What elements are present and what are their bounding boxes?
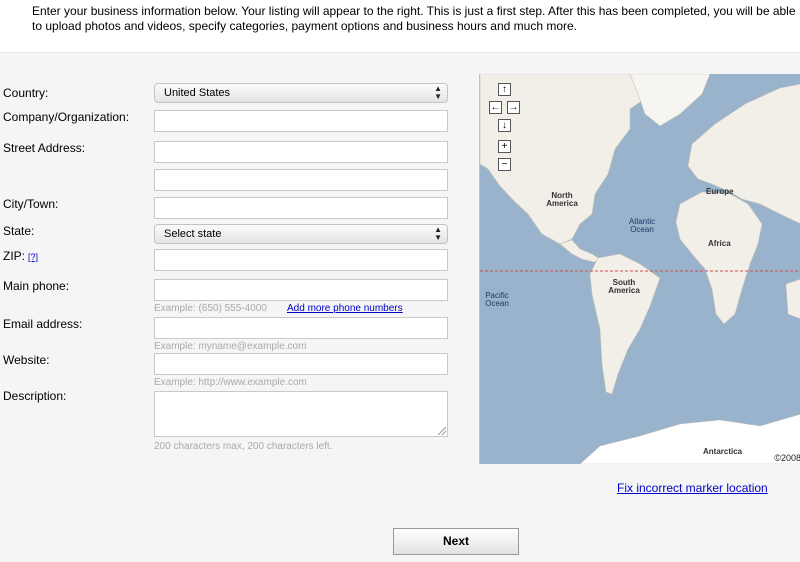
map-label-pacific-ocean: Pacific Ocean xyxy=(485,291,509,308)
resize-grip-icon[interactable] xyxy=(438,427,446,435)
map-label-antarctica: Antarctica xyxy=(703,447,743,456)
map-label-north-america: North America xyxy=(546,191,578,208)
pan-left-button[interactable]: ← xyxy=(489,101,502,114)
company-label: Company/Organization: xyxy=(3,110,130,124)
zip-label: ZIP: xyxy=(3,249,26,263)
intro-text: Enter your business information below. Y… xyxy=(32,4,796,33)
website-label: Website: xyxy=(3,353,50,367)
email-hint: Example: myname@example.com xyxy=(154,341,307,352)
street-label: Street Address: xyxy=(3,141,86,155)
description-label: Description: xyxy=(3,389,67,403)
central-america-landmass xyxy=(559,239,601,263)
africa-landmass xyxy=(675,191,763,325)
map-label-europe: Europe xyxy=(706,187,734,196)
world-map-graphic xyxy=(480,74,800,464)
australia-landmass xyxy=(785,279,800,319)
state-select-value: Select state xyxy=(164,228,222,240)
phone-label: Main phone: xyxy=(3,279,70,293)
zip-input[interactable] xyxy=(154,249,448,271)
fix-marker-location-link[interactable]: Fix incorrect marker location xyxy=(617,481,768,495)
state-select[interactable]: Select state ▲ ▼ xyxy=(154,224,448,244)
next-button[interactable]: Next xyxy=(393,528,519,555)
zoom-in-button[interactable]: + xyxy=(498,140,511,153)
street-address-input-2[interactable] xyxy=(154,169,448,191)
zip-help-link[interactable]: [?] xyxy=(28,252,38,262)
select-arrows-icon: ▲ ▼ xyxy=(434,225,442,242)
phone-input[interactable] xyxy=(154,279,448,301)
map-label-south-america: South America xyxy=(608,278,640,295)
country-label: Country: xyxy=(3,86,49,100)
map-label-atlantic-ocean: Atlantic Ocean xyxy=(628,217,656,234)
antarctica-landmass xyxy=(579,413,800,464)
south-america-landmass xyxy=(589,253,661,395)
description-textarea[interactable] xyxy=(154,391,448,437)
email-label: Email address: xyxy=(3,317,83,331)
country-select[interactable]: United States ▲ ▼ xyxy=(154,83,448,103)
pan-right-button[interactable]: → xyxy=(507,101,520,114)
map-view[interactable]: ↑ ← → ↓ + − North America Europe Atlanti… xyxy=(479,74,800,464)
street-address-input-1[interactable] xyxy=(154,141,448,163)
pan-up-button[interactable]: ↑ xyxy=(498,83,511,96)
intro-panel: Enter your business information below. Y… xyxy=(0,0,800,53)
select-arrows-icon: ▲ ▼ xyxy=(434,84,442,101)
phone-hint: Example: (650) 555-4000 xyxy=(154,303,267,314)
state-label: State: xyxy=(3,224,35,238)
website-hint: Example: http://www.example.com xyxy=(154,377,307,388)
zip-label-row: ZIP: [?] xyxy=(3,249,38,264)
website-input[interactable] xyxy=(154,353,448,375)
country-select-value: United States xyxy=(164,87,231,99)
zoom-out-button[interactable]: − xyxy=(498,158,511,171)
city-input[interactable] xyxy=(154,197,448,219)
map-label-africa: Africa xyxy=(708,239,731,248)
city-label: City/Town: xyxy=(3,197,59,211)
map-copyright: ©2008 xyxy=(774,453,800,463)
add-phone-numbers-link[interactable]: Add more phone numbers xyxy=(287,303,403,314)
email-input[interactable] xyxy=(154,317,448,339)
pan-down-button[interactable]: ↓ xyxy=(498,119,511,132)
greenland-landmass xyxy=(629,74,711,127)
company-input[interactable] xyxy=(154,110,448,132)
description-hint: 200 characters max, 200 characters left. xyxy=(154,441,333,452)
